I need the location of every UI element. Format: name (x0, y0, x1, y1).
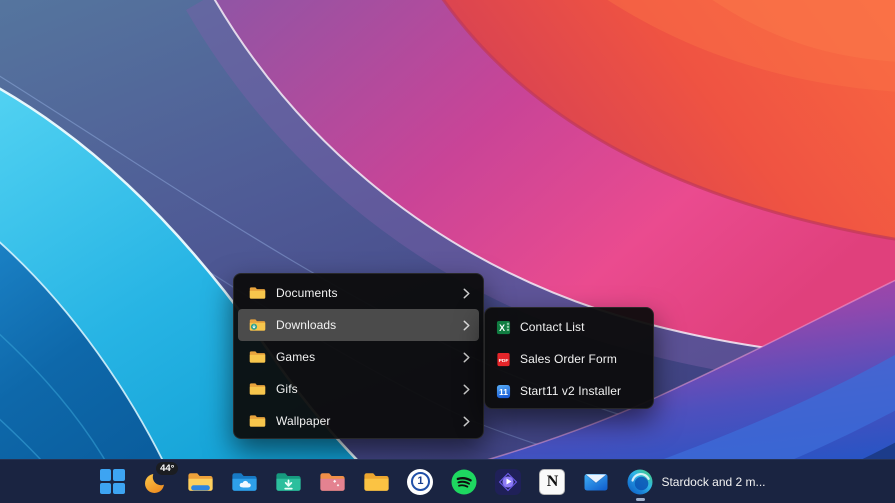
svg-text:PDF: PDF (499, 357, 509, 363)
onepassword-button[interactable]: 1 (401, 462, 439, 502)
desktop: Documents Downloads Games (0, 0, 895, 503)
menu-item-label: Gifs (276, 382, 298, 396)
stardock-app-button[interactable] (489, 462, 527, 502)
menu-item-label: Games (276, 350, 315, 364)
menu-item-downloads[interactable]: Downloads (238, 309, 479, 341)
windows-logo-icon (100, 469, 125, 494)
mail-icon (583, 469, 609, 495)
menu-item-label: Downloads (276, 318, 336, 332)
taskbar-center-group: 44° 1 (93, 462, 777, 502)
chevron-right-icon (463, 416, 470, 427)
start-button[interactable] (93, 462, 131, 502)
file-explorer-icon (187, 471, 214, 493)
weather-widget-button[interactable]: 44° (137, 462, 175, 502)
spotify-icon (451, 469, 477, 495)
downloads-submenu: X Contact List PDF Sales Order Form 11 S… (484, 307, 654, 409)
folder-context-menu: Documents Downloads Games (233, 273, 484, 439)
documents-folder-button[interactable] (357, 462, 395, 502)
menu-item-wallpaper[interactable]: Wallpaper (238, 405, 479, 437)
onepassword-icon: 1 (407, 469, 433, 495)
svg-text:X: X (499, 322, 505, 332)
downloads-folder-icon (275, 471, 302, 493)
games-folder-button[interactable] (313, 462, 351, 502)
downloads-folder-icon (249, 317, 266, 334)
onedrive-folder-icon (231, 471, 258, 493)
folder-icon (249, 285, 266, 302)
chevron-right-icon (463, 320, 470, 331)
submenu-item-label: Contact List (520, 320, 585, 334)
edge-running-indicator (636, 498, 645, 501)
svg-text:11: 11 (499, 386, 508, 396)
start11-app-icon: 11 (496, 384, 511, 399)
submenu-item-sales-order-form[interactable]: PDF Sales Order Form (488, 343, 650, 375)
notion-icon: N (539, 469, 565, 495)
chevron-right-icon (463, 352, 470, 363)
edge-window-label: Stardock and 2 m... (661, 475, 765, 489)
spotify-button[interactable] (445, 462, 483, 502)
menu-item-label: Documents (276, 286, 338, 300)
games-folder-icon (319, 471, 346, 493)
excel-file-icon: X (496, 320, 511, 335)
submenu-item-label: Sales Order Form (520, 352, 617, 366)
mail-button[interactable] (577, 462, 615, 502)
stardock-app-icon (495, 469, 521, 495)
submenu-item-contact-list[interactable]: X Contact List (488, 311, 650, 343)
submenu-item-label: Start11 v2 Installer (520, 384, 621, 398)
folder-icon (249, 349, 266, 366)
notion-button[interactable]: N (533, 462, 571, 502)
menu-item-gifs[interactable]: Gifs (238, 373, 479, 405)
folder-icon (249, 413, 266, 430)
submenu-item-start11-installer[interactable]: 11 Start11 v2 Installer (488, 375, 650, 407)
menu-item-games[interactable]: Games (238, 341, 479, 373)
downloads-folder-button[interactable] (269, 462, 307, 502)
taskbar: 44° 1 (0, 459, 895, 503)
pdf-file-icon: PDF (496, 352, 511, 367)
edge-window-button[interactable]: Stardock and 2 m... (621, 462, 777, 502)
edge-icon (627, 469, 653, 495)
folder-icon (363, 471, 390, 493)
chevron-right-icon (463, 384, 470, 395)
file-explorer-button[interactable] (181, 462, 219, 502)
menu-item-documents[interactable]: Documents (238, 277, 479, 309)
chevron-right-icon (463, 288, 470, 299)
onedrive-folder-button[interactable] (225, 462, 263, 502)
folder-icon (249, 381, 266, 398)
menu-item-label: Wallpaper (276, 414, 330, 428)
temperature-badge: 44° (156, 462, 178, 475)
